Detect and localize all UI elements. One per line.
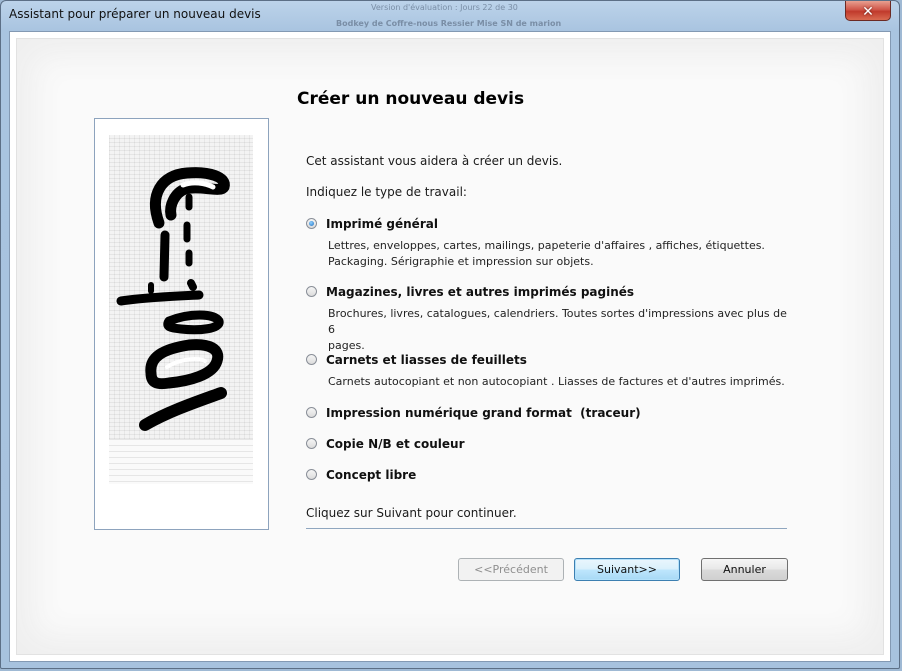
- wizard-intro: Cet assistant vous aidera à créer un dev…: [306, 154, 563, 168]
- title-bar: Assistant pour préparer un nouveau devis…: [1, 1, 899, 31]
- radio-magazines-livres[interactable]: [306, 286, 317, 297]
- close-button[interactable]: ✕: [845, 1, 891, 21]
- option-description: Carnets autocopiant et non autocopiant .…: [328, 374, 788, 390]
- option-description-line-2: Packaging. Sérigraphie et impression sur…: [328, 255, 594, 268]
- background-window-subtitle: Bodkey de Coffre-nous Ressier Mise SN de…: [336, 19, 562, 28]
- option-description-line-1: Brochures, livres, catalogues, calendrie…: [328, 307, 787, 336]
- window-title: Assistant pour préparer un nouveau devis: [9, 7, 261, 21]
- option-label[interactable]: Imprimé général: [326, 217, 438, 231]
- cancel-button[interactable]: Annuler: [701, 558, 788, 581]
- option-label[interactable]: Concept libre: [326, 468, 416, 482]
- footer-hint: Cliquez sur Suivant pour continuer.: [306, 506, 517, 520]
- option-label[interactable]: Carnets et liasses de feuillets: [326, 353, 527, 367]
- option-label[interactable]: Impression numérique grand format (trace…: [326, 406, 641, 420]
- option-description: Lettres, enveloppes, cartes, mailings, p…: [328, 238, 788, 270]
- option-description-line-1: Carnets autocopiant et non autocopiant .…: [328, 375, 785, 388]
- radio-impression-numerique[interactable]: [306, 407, 317, 418]
- radio-concept-libre[interactable]: [306, 469, 317, 480]
- footer-divider: [306, 528, 787, 529]
- wizard-window: Assistant pour préparer un nouveau devis…: [0, 0, 900, 669]
- radio-imprime-general[interactable]: [306, 218, 317, 229]
- wizard-heading: Créer un nouveau devis: [297, 89, 525, 109]
- next-button[interactable]: Suivant>>: [574, 558, 680, 581]
- close-icon: ✕: [862, 4, 874, 20]
- radio-carnets-liasses[interactable]: [306, 354, 317, 365]
- previous-button[interactable]: <<Précédent: [458, 558, 564, 581]
- option-description: Brochures, livres, catalogues, calendrie…: [328, 306, 788, 354]
- option-description-line-1: Lettres, enveloppes, cartes, mailings, p…: [328, 239, 765, 252]
- option-label[interactable]: Copie N/B et couleur: [326, 437, 465, 451]
- background-window-title: Version d'évaluation : Jours 22 de 30: [371, 3, 518, 12]
- radio-copie-nb-couleur[interactable]: [306, 438, 317, 449]
- side-image-panel: [94, 118, 269, 530]
- option-label[interactable]: Magazines, livres et autres imprimés pag…: [326, 285, 634, 299]
- calligraphy-symbol-icon: [116, 167, 230, 431]
- option-description-line-2: pages.: [328, 339, 365, 352]
- work-type-prompt: Indiquez le type de travail:: [306, 185, 467, 199]
